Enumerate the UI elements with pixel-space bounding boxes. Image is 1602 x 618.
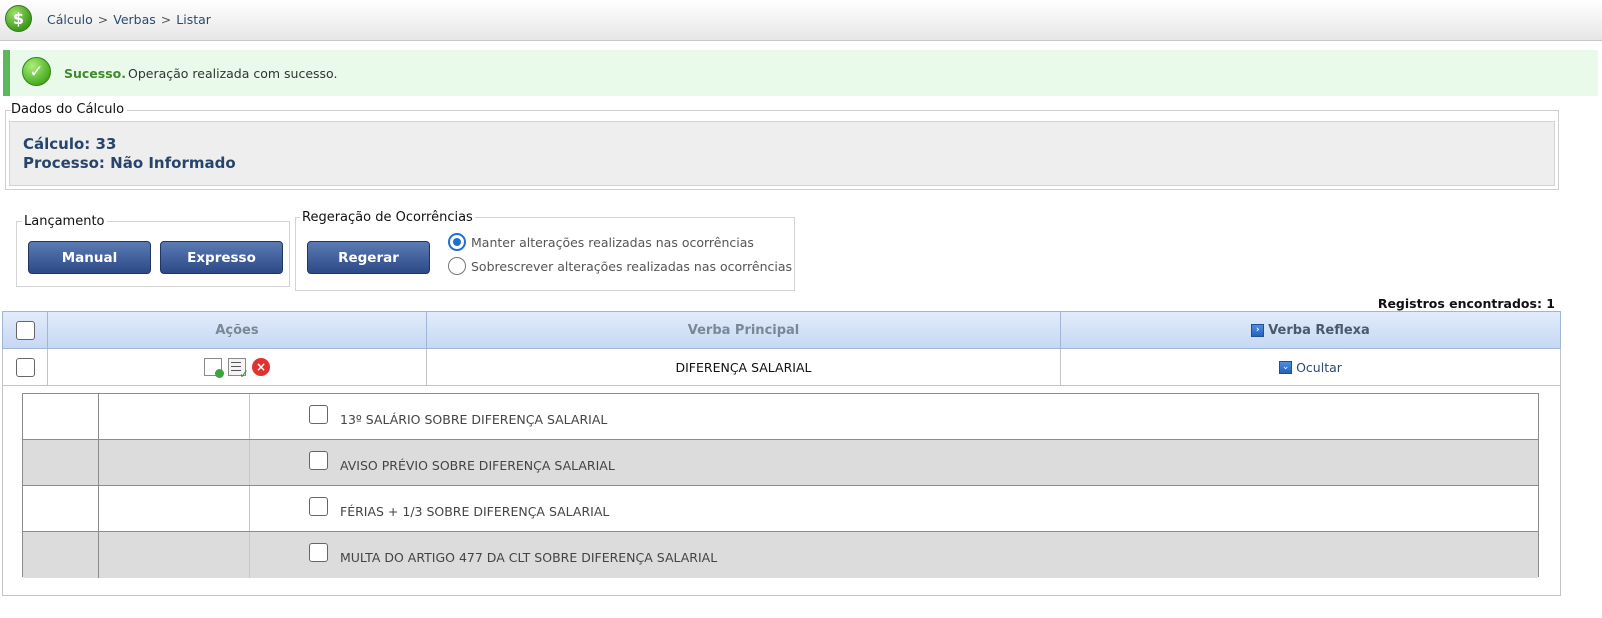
dados-calculo-legend: Dados do Cálculo: [11, 102, 128, 117]
reflexa-checkbox[interactable]: [309, 543, 328, 562]
column-divider: [249, 394, 250, 439]
table-row: × DIFERENÇA SALARIAL ⌄ Ocultar: [2, 349, 1561, 386]
manual-button[interactable]: Manual: [28, 241, 151, 274]
list-item: AVISO PRÉVIO SOBRE DIFERENÇA SALARIAL: [23, 440, 1538, 486]
radio-manter[interactable]: Manter alterações realizadas nas ocorrên…: [448, 232, 754, 252]
row-actions-cell: ×: [48, 349, 427, 385]
reflexa-label: MULTA DO ARTIGO 477 DA CLT SOBRE DIFEREN…: [340, 550, 718, 565]
records-count: Registros encontrados: 1: [1377, 296, 1555, 311]
column-divider: [249, 440, 250, 485]
column-divider: [98, 440, 99, 485]
breadcrumb-item-listar: Listar: [176, 12, 211, 27]
radio-sobrescrever[interactable]: Sobrescrever alterações realizadas nas o…: [448, 256, 792, 276]
breadcrumb-separator: >: [97, 12, 109, 27]
list-item: 13º SALÁRIO SOBRE DIFERENÇA SALARIAL: [23, 394, 1538, 440]
radio-button-selected[interactable]: [448, 233, 466, 251]
reflexas-table: 13º SALÁRIO SOBRE DIFERENÇA SALARIAL AVI…: [22, 393, 1539, 578]
table-header: Ações Verba Principal › Verba Reflexa: [2, 311, 1561, 349]
list-item: FÉRIAS + 1/3 SOBRE DIFERENÇA SALARIAL: [23, 486, 1538, 532]
breadcrumb-separator: >: [160, 12, 172, 27]
breadcrumb: Cálculo > Verbas > Listar: [47, 12, 211, 27]
column-header-acoes: Ações: [48, 312, 427, 348]
reflexa-label: 13º SALÁRIO SOBRE DIFERENÇA SALARIAL: [340, 412, 608, 427]
select-all-checkbox[interactable]: [15, 320, 35, 340]
column-divider: [98, 486, 99, 531]
row-checkbox[interactable]: [15, 357, 35, 377]
occurrences-list-icon[interactable]: [228, 358, 249, 381]
column-divider: [98, 532, 99, 578]
top-bar: $ Cálculo > Verbas > Listar: [0, 0, 1602, 41]
row-select-cell: [3, 349, 48, 385]
list-item: MULTA DO ARTIGO 477 DA CLT SOBRE DIFEREN…: [23, 532, 1538, 578]
column-divider: [98, 394, 99, 439]
dollar-icon[interactable]: $: [5, 5, 32, 32]
collapse-arrow-icon[interactable]: ⌄: [1279, 360, 1293, 374]
column-divider: [249, 486, 250, 531]
reflexa-label: FÉRIAS + 1/3 SOBRE DIFERENÇA SALARIAL: [340, 504, 610, 519]
verba-principal-cell: DIFERENÇA SALARIAL: [427, 349, 1061, 385]
reflexa-checkbox[interactable]: [309, 451, 328, 470]
success-message: ✓ Sucesso. Operação realizada com sucess…: [3, 50, 1598, 96]
expresso-button[interactable]: Expresso: [160, 241, 283, 274]
ocultar-link[interactable]: Ocultar: [1296, 360, 1342, 375]
check-circle-icon: ✓: [22, 57, 51, 86]
lancamento-legend: Lançamento: [22, 214, 107, 229]
reflexa-label: AVISO PRÉVIO SOBRE DIFERENÇA SALARIAL: [340, 458, 615, 473]
dados-calculo-panel: Cálculo: 33 Processo: Não Informado: [5, 110, 1559, 190]
dados-calculo-content: Cálculo: 33 Processo: Não Informado: [9, 121, 1555, 186]
delete-icon[interactable]: ×: [252, 358, 270, 376]
breadcrumb-item-calculo[interactable]: Cálculo: [47, 12, 93, 27]
reflexa-checkbox[interactable]: [309, 497, 328, 516]
success-text: Operação realizada com sucesso.: [128, 66, 338, 81]
breadcrumb-item-verbas[interactable]: Verbas: [113, 12, 156, 27]
column-header-verba-principal[interactable]: Verba Principal: [427, 312, 1061, 348]
column-header-verba-reflexa-label: Verba Reflexa: [1268, 322, 1370, 338]
calculo-number: Cálculo: 33: [23, 135, 117, 153]
regeracao-legend: Regeração de Ocorrências: [300, 210, 475, 225]
regerar-button[interactable]: Regerar: [307, 241, 430, 274]
verba-reflexa-cell[interactable]: ⌄ Ocultar: [1061, 349, 1560, 385]
reflexa-checkbox[interactable]: [309, 405, 328, 424]
radio-manter-label: Manter alterações realizadas nas ocorrên…: [471, 234, 754, 250]
select-all-cell: [3, 312, 48, 348]
radio-sobrescrever-label: Sobrescrever alterações realizadas nas o…: [471, 258, 793, 274]
processo-info: Processo: Não Informado: [23, 154, 236, 172]
column-divider: [249, 532, 250, 578]
edit-document-icon[interactable]: [204, 358, 224, 378]
radio-button[interactable]: [448, 257, 466, 275]
success-title: Sucesso.: [64, 66, 127, 81]
column-header-verba-reflexa[interactable]: › Verba Reflexa: [1061, 312, 1560, 348]
expand-arrow-icon[interactable]: ›: [1251, 323, 1265, 337]
